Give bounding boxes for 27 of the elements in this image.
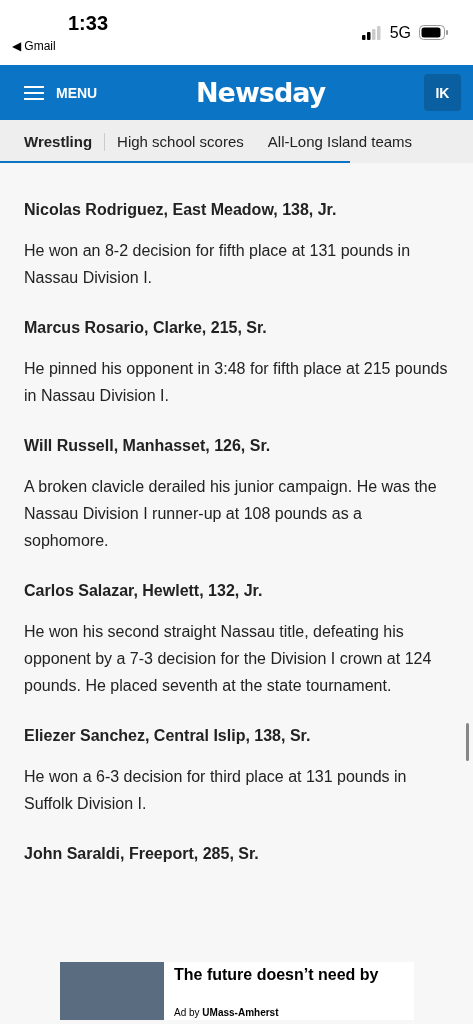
back-to-app-link[interactable]: ◀ Gmail [12,39,109,53]
wrestler-description: A broken clavicle derailed his junior campaign. He was the Nassau Division I runner-up at 108 pounds as a sophomore. [24,477,438,551]
wrestler-description: He won his second straight Nassau title, defeating his opponent by a 7-3 decision for the Division I crown at 124 pounds. He placed seventh at the state tournament. [24,622,433,696]
section-tab[interactable]: High school scores [105,133,256,150]
menu-button[interactable]: MENU [24,84,98,101]
ad-headline: The future doesn’t need by [174,966,379,984]
wrestler-heading: Eliezer Sanchez, Central Islip, 138, Sr. [24,726,312,746]
menu-icon [24,85,44,100]
scrollbar-thumb [466,723,469,761]
wrestler-heading: Marcus Rosario, Clarke, 215, Sr. [24,318,268,338]
signal-icon [361,25,382,40]
wrestler-description: He won an 8-2 decision for fifth place at 131 pounds in Nassau Division I. [24,241,412,288]
battery-icon [419,25,449,40]
wrestler-heading: Carlos Salazar, Hewlett, 132, Jr. [24,581,264,601]
wrestler-description: He pinned his opponent in 3:48 for fifth place at 215 pounds in Nassau Division I. [24,359,449,406]
wrestler-description: He won a 6-3 decision for third place at 131 pounds in Suffolk Division I. [24,767,408,814]
wrestler-heading: Will Russell, Manhasset, 126, Sr. [24,436,272,456]
ad-attribution: Ad by UMass-Amherst [174,1007,280,1018]
account-button[interactable]: IK [424,74,461,111]
newsday-logo[interactable]: Newsday [196,77,326,108]
section-tab[interactable]: All-Long Island teams [255,133,425,150]
network-label: 5G [389,23,411,42]
wrestler-heading: Nicolas Rodriguez, East Meadow, 138, Jr. [24,200,338,220]
status-time: 1:33 [68,12,109,35]
ad-banner[interactable]: The future doesn’t need by Ad by UMass-Amherst [60,962,414,1020]
wrestler-heading: John Saraldi, Freeport, 285, Sr. [24,844,260,864]
section-tab[interactable]: Wrestling [12,133,105,150]
